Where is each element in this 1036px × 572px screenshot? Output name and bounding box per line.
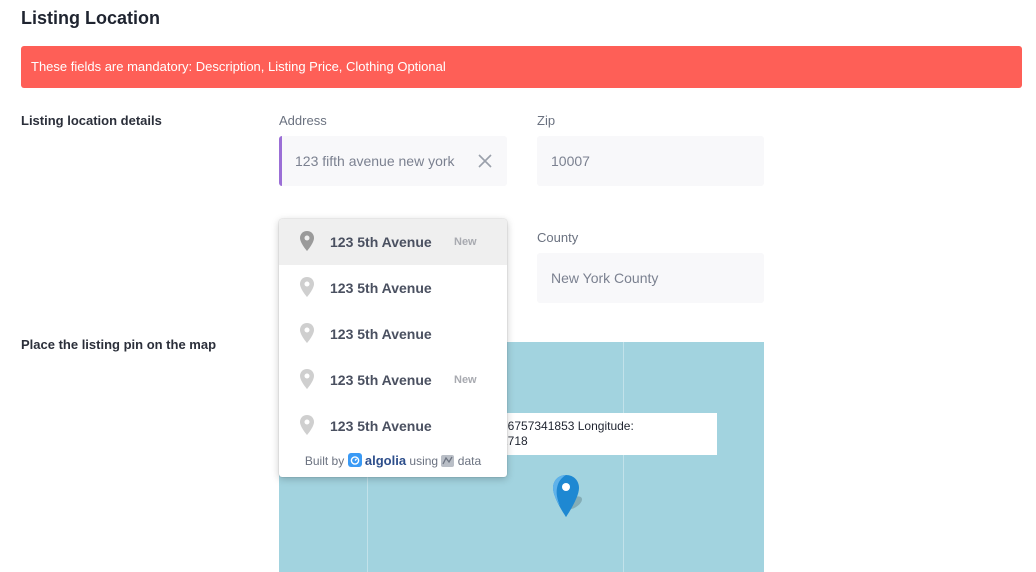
suggestion-item[interactable]: 123 5th Avenue bbox=[279, 403, 507, 449]
county-input[interactable]: New York County bbox=[537, 253, 764, 303]
mandatory-fields-alert: These fields are mandatory: Description,… bbox=[21, 46, 1022, 88]
suggestion-address: 123 5th Avenue bbox=[330, 372, 432, 388]
map-pin-section-label: Place the listing pin on the map bbox=[21, 337, 217, 352]
location-pin-icon bbox=[300, 231, 314, 251]
suggestion-address: 123 5th Avenue bbox=[330, 326, 432, 342]
zip-input[interactable]: 10007 bbox=[537, 136, 764, 186]
listing-location-details-label: Listing location details bbox=[21, 113, 162, 128]
suggestion-badge: New bbox=[454, 374, 477, 386]
attribution-prefix: Built by bbox=[304, 454, 345, 468]
attribution-brand: algolia bbox=[364, 453, 407, 468]
close-icon[interactable] bbox=[477, 153, 493, 169]
map-pin-icon[interactable] bbox=[551, 473, 591, 521]
zip-label: Zip bbox=[537, 113, 556, 128]
suggestion-address: 123 5th Avenue bbox=[330, 280, 432, 296]
county-input-value: New York County bbox=[551, 270, 659, 286]
suggestion-item[interactable]: 123 5th Avenue New bbox=[279, 357, 507, 403]
algolia-logo-icon bbox=[347, 453, 362, 467]
map-coordinates-popup: 76757341853 Longitude: 2718 bbox=[479, 413, 717, 455]
algolia-attribution[interactable]: Built by algolia using data bbox=[279, 453, 507, 468]
attribution-middle: using bbox=[409, 454, 439, 468]
location-pin-icon bbox=[300, 369, 314, 389]
openstreetmap-logo-icon bbox=[441, 455, 455, 467]
location-pin-icon bbox=[300, 415, 314, 435]
map-road-line bbox=[623, 342, 624, 572]
address-suggestions-dropdown: 123 5th Avenue New 123 5th Avenue 123 5t… bbox=[279, 219, 507, 477]
suggestion-item[interactable]: 123 5th Avenue bbox=[279, 311, 507, 357]
suggestion-address: 123 5th Avenue bbox=[330, 234, 432, 250]
suggestion-item[interactable]: 123 5th Avenue New bbox=[279, 219, 507, 265]
page-title: Listing Location bbox=[21, 8, 160, 28]
address-input[interactable]: 123 fifth avenue new york bbox=[279, 136, 507, 186]
suggestion-item[interactable]: 123 5th Avenue bbox=[279, 265, 507, 311]
attribution-suffix: data bbox=[457, 454, 482, 468]
suggestion-address: 123 5th Avenue bbox=[330, 418, 432, 434]
location-pin-icon bbox=[300, 323, 314, 343]
address-input-value: 123 fifth avenue new york bbox=[295, 153, 455, 169]
zip-input-value: 10007 bbox=[551, 153, 590, 169]
map-info-line: 76757341853 Longitude: bbox=[501, 419, 634, 433]
address-label: Address bbox=[279, 113, 327, 128]
suggestion-badge: New bbox=[454, 236, 477, 248]
county-label: County bbox=[537, 230, 579, 245]
location-pin-icon bbox=[300, 277, 314, 297]
map-info-line: 2718 bbox=[501, 434, 528, 448]
